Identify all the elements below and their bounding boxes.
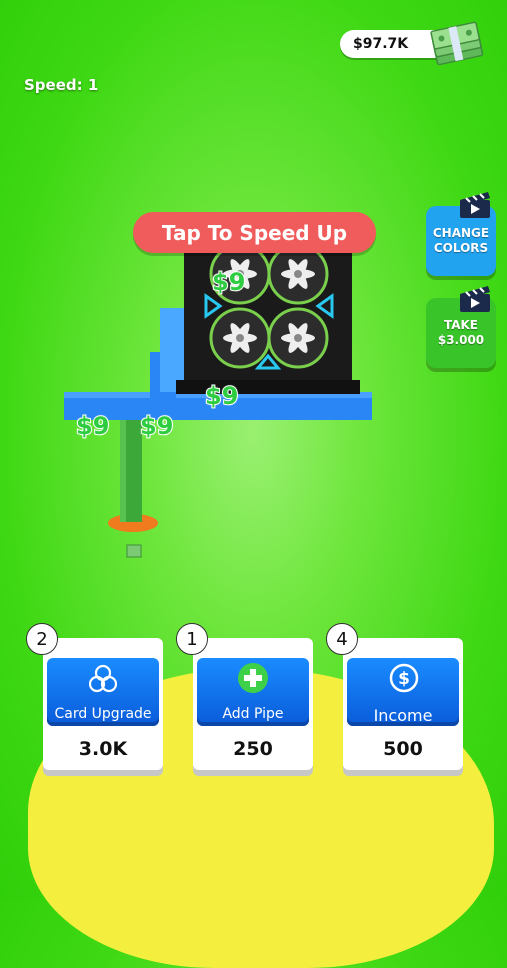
cash-bill-icon <box>126 544 142 558</box>
card-upgrade-label: Card Upgrade <box>54 706 152 722</box>
income-price: 500 <box>383 738 423 760</box>
income-label: Income <box>373 706 433 725</box>
floating-money: $9 <box>139 411 174 441</box>
svg-text:$: $ <box>398 669 410 689</box>
income-level-badge: 4 <box>326 623 358 655</box>
floating-money: $9 <box>204 381 239 411</box>
card-upgrade-card[interactable]: Card Upgrade 3.0K <box>43 638 163 770</box>
add-pipe-card[interactable]: Add Pipe 250 <box>193 638 313 770</box>
add-pipe-level-badge: 1 <box>176 623 208 655</box>
add-pipe-label: Add Pipe <box>222 706 284 722</box>
card-upgrade-button[interactable]: Card Upgrade <box>47 658 159 726</box>
triangle-rings-icon <box>89 664 117 693</box>
income-button[interactable]: $ Income <box>347 658 459 726</box>
blue-pipe-vertical <box>160 308 184 392</box>
tap-to-speed-up-banner[interactable]: Tap To Speed Up <box>133 212 376 253</box>
floating-money: $9 <box>75 411 110 441</box>
floating-money: $9 <box>211 267 246 297</box>
dollar-coin-icon: $ <box>389 663 419 693</box>
card-upgrade-level-badge: 2 <box>26 623 58 655</box>
add-pipe-price: 250 <box>233 738 273 760</box>
card-upgrade-price: 3.0K <box>78 738 128 760</box>
add-pipe-button[interactable]: Add Pipe <box>197 658 309 726</box>
income-card[interactable]: $ Income 500 <box>343 638 463 770</box>
plus-icon <box>238 663 268 693</box>
